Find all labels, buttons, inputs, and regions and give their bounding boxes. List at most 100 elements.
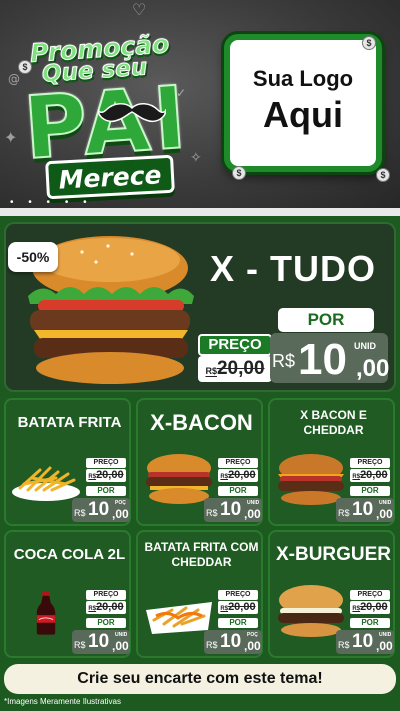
- preco-label: PREÇO: [218, 458, 258, 468]
- featured-title: X - TUDO: [210, 248, 376, 289]
- preco-label: PREÇO: [350, 590, 390, 600]
- old-price: R$20,00: [218, 469, 258, 482]
- old-price-value: 20,00: [96, 601, 124, 613]
- old-price-currency: R$: [88, 474, 97, 480]
- price-integer: 10: [88, 631, 110, 652]
- preco-label: PREÇO: [86, 458, 126, 468]
- burger-icon: [146, 454, 212, 504]
- price-unit: POÇ: [115, 500, 126, 506]
- preco-label: PREÇO: [86, 590, 126, 600]
- old-price-value: 20,00: [228, 469, 256, 481]
- featured-preco-label: PREÇO: [198, 334, 272, 356]
- price-integer: 10: [220, 631, 242, 652]
- soda-bottle-icon: [36, 591, 56, 635]
- price-cents: ,00: [244, 507, 261, 521]
- card-title: X-BURGUER: [275, 544, 392, 565]
- logo-line1: Sua Logo: [252, 66, 354, 91]
- old-price: R$20,00: [86, 469, 126, 482]
- product-card[interactable]: BATATA FRITA COM CHEDDAR PREÇO R$20,00 P…: [136, 530, 263, 658]
- spiral-doodle-icon: @: [8, 72, 20, 86]
- cta-banner[interactable]: Crie seu encarte com este tema!: [4, 664, 396, 694]
- preco-label: PREÇO: [218, 590, 258, 600]
- mustache-icon: [98, 103, 166, 122]
- logo-line2: Aqui: [263, 94, 343, 135]
- por-label: POR: [218, 486, 258, 496]
- featured-por-label: POR: [278, 308, 374, 332]
- dots-decoration: • • • • •: [10, 197, 93, 208]
- old-price-value: 20,00: [360, 601, 388, 613]
- coin-icon: $: [18, 60, 32, 74]
- old-price: R$20,00: [350, 469, 390, 482]
- price-unit: UNID: [379, 632, 392, 638]
- cheddar-fries-icon: [146, 602, 212, 634]
- old-price-value: 20,00: [216, 358, 265, 379]
- product-card[interactable]: X-BACON PREÇO R$20,00 POR R$ 10 UNID ,00: [136, 398, 263, 526]
- price-cents: ,00: [112, 507, 129, 521]
- price-cents: ,00: [376, 507, 393, 521]
- heart-doodle-icon: ♡: [132, 0, 147, 19]
- coin-icon: $: [232, 166, 246, 180]
- product-card[interactable]: COCA COLA 2L PREÇO R$20,00 POR R$ 10 UNI…: [4, 530, 131, 658]
- preco-label: PREÇO: [350, 458, 390, 468]
- por-label: POR: [86, 618, 126, 628]
- card-title: BATATA FRITA COM CHEDDAR: [144, 540, 259, 569]
- por-label: POR: [350, 618, 390, 628]
- old-price-currency: R$: [220, 474, 229, 480]
- price-box: R$ 10 POÇ ,00: [72, 498, 130, 522]
- logo-placeholder[interactable]: Sua Logo Aqui: [224, 34, 382, 172]
- card-title: X-BACON: [150, 410, 253, 435]
- price-cents: ,00: [112, 639, 129, 653]
- product-card[interactable]: BATATA FRITA PREÇO R$20,00 POR R$ 10 POÇ…: [4, 398, 131, 526]
- card-title: X BACON E CHEDDAR: [300, 408, 367, 437]
- price-currency: R$: [206, 640, 218, 650]
- fries-icon: [12, 466, 80, 501]
- disclaimer-text: *Imagens Meramente Ilustrativas: [4, 697, 121, 706]
- price-integer: 10: [298, 335, 347, 384]
- price-box: R$ 10 POÇ ,00: [204, 630, 262, 654]
- price-unit: UNID: [379, 500, 392, 506]
- old-price: R$20,00: [218, 601, 258, 614]
- old-price-currency: R$: [205, 366, 217, 376]
- featured-price: R$ 10 UNID ,00: [270, 333, 390, 384]
- price-cents: ,00: [356, 355, 390, 382]
- sparkle-doodle-icon: ✦: [4, 128, 18, 147]
- discount-badge: -50%: [8, 242, 58, 272]
- price-integer: 10: [88, 499, 110, 520]
- price-unit: POÇ: [247, 632, 258, 638]
- old-price-currency: R$: [352, 474, 361, 480]
- por-label: POR: [218, 618, 258, 628]
- merece-badge: Merece: [45, 154, 175, 200]
- old-price-currency: R$: [352, 606, 361, 612]
- price-currency: R$: [338, 508, 350, 518]
- price-cents: ,00: [244, 639, 261, 653]
- price-currency: R$: [206, 508, 218, 518]
- header-divider: [0, 208, 400, 216]
- price-cents: ,00: [376, 639, 393, 653]
- por-label: POR: [350, 486, 390, 496]
- por-label: POR: [86, 486, 126, 496]
- price-integer: 10: [352, 499, 374, 520]
- product-card[interactable]: X-BURGUER PREÇO R$20,00 POR R$ 10 UNID ,…: [268, 530, 395, 658]
- price-unit: UNID: [115, 632, 128, 638]
- card-title: BATATA FRITA: [17, 414, 122, 431]
- price-currency: R$: [338, 640, 350, 650]
- coin-icon: $: [362, 36, 376, 50]
- price-currency: R$: [74, 508, 86, 518]
- price-currency: R$: [272, 351, 296, 371]
- price-integer: 10: [352, 631, 374, 652]
- price-unit: UNID: [247, 500, 260, 506]
- price-unit: UNID: [354, 341, 376, 351]
- price-box: R$ 10 UNID ,00: [204, 498, 262, 522]
- coin-icon: $: [376, 168, 390, 182]
- product-card[interactable]: X BACON E CHEDDAR PREÇO R$20,00 POR R$ 1…: [268, 398, 395, 526]
- price-box: R$ 10 UNID ,00: [336, 498, 394, 522]
- price-box: R$ 10 UNID ,00: [72, 630, 130, 654]
- price-currency: R$: [74, 640, 86, 650]
- old-price: R$20,00: [86, 601, 126, 614]
- burger-icon: [278, 585, 344, 637]
- cheddar-burger-icon: [278, 454, 344, 505]
- price-box: R$ 10 UNID ,00: [336, 630, 394, 654]
- old-price-value: 20,00: [228, 601, 256, 613]
- old-price-value: 20,00: [96, 469, 124, 481]
- card-title: COCA COLA 2L: [13, 546, 126, 563]
